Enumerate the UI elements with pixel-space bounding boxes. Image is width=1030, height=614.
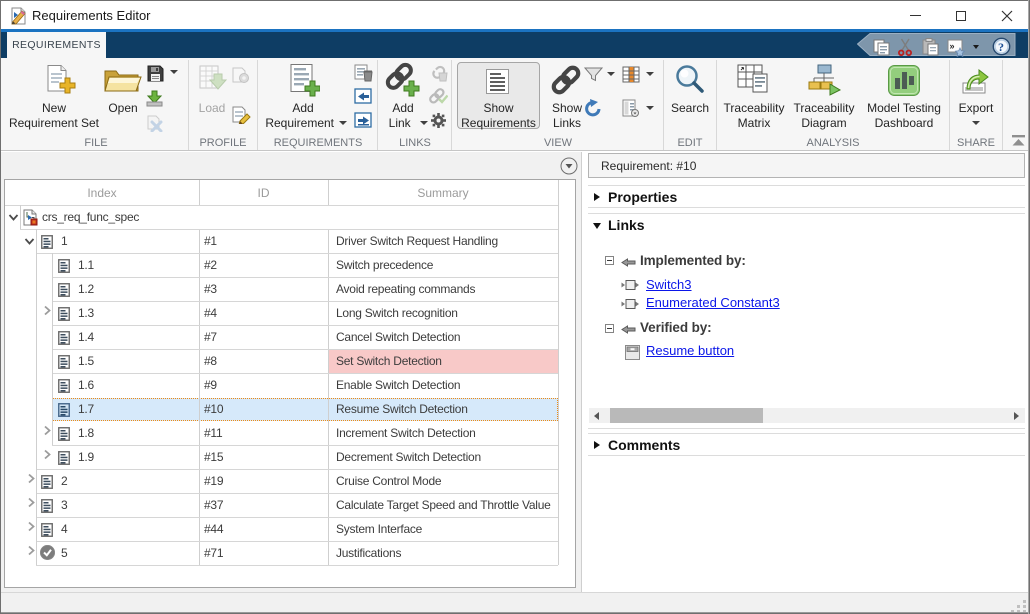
svg-text:»: » (950, 41, 955, 51)
svg-text:?: ? (998, 40, 1004, 54)
